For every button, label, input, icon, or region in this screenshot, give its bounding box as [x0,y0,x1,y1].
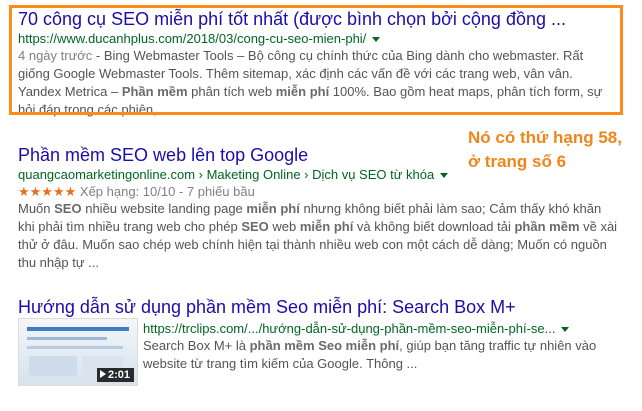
annotation-line-2: ở trang số 6 [468,152,567,171]
snippet-keyword: phần mềm [249,338,315,353]
snippet-text: Muốn [18,201,55,216]
thumbnail-line [27,346,123,349]
result-url: https://trclips.com/.../hướng-dẫn-sử-dụn… [143,320,628,337]
rank-annotation: Nó có thứ hạng 58, ở trang số 6 [468,126,640,174]
result-url-text: https://trclips.com/.../hướng-dẫn-sử-dụn… [143,321,556,336]
duration-text: 2:01 [107,369,130,381]
video-duration-badge: 2:01 [96,368,134,382]
snippet-text: web [268,219,300,234]
result-rating: ★★★★★ Xếp hạng: 10/10 - 7 phiếu bầu [18,183,463,200]
snippet-text: Search Box M+ là [143,338,250,353]
video-thumbnail[interactable]: 2:01 [18,318,138,386]
result-url: quangcaomarketingonline.com › Maketing O… [18,166,463,183]
snippet-text: và không biết download tải [353,219,515,234]
snippet-keyword: miễn phí [299,219,354,234]
result-breadcrumb: quangcaomarketingonline.com › Maketing O… [18,167,435,182]
result-title-link[interactable]: Phần mềm SEO web lên top Google [18,144,463,166]
thumbnail-line [27,337,107,340]
snippet-keyword: phần mềm [514,219,580,234]
snippet-keyword: SEO [241,219,269,234]
highlight-box [9,5,623,115]
dropdown-caret-icon[interactable] [440,173,449,179]
dropdown-caret-icon[interactable] [561,327,570,333]
snippet-keyword: Seo miễn phí [318,338,400,353]
snippet-keyword: SEO [54,201,82,216]
thumbnail-block [29,356,77,376]
rating-text: Xếp hạng: 10/10 - 7 phiếu bầu [79,184,255,199]
snippet-text: nhiều website landing page [81,201,247,216]
result-body: https://trclips.com/.../hướng-dẫn-sử-dụn… [143,320,628,373]
search-result-2: Phần mềm SEO web lên top Google quangcao… [18,144,617,272]
result-snippet: Search Box M+ là phần mềm Seo miễn phí, … [143,337,628,373]
play-icon [99,370,106,378]
star-icon: ★★★★★ [18,184,77,199]
snippet-keyword: miễn phí [246,201,300,216]
result-title-link[interactable]: Hướng dẫn sử dụng phần mềm Seo miễn phí:… [18,296,628,318]
result-snippet: Muốn SEO nhiều website landing page miễn… [18,200,618,272]
annotation-line-1: Nó có thứ hạng 58, [468,128,622,147]
thumbnail-header [27,327,129,331]
search-result-3: Hướng dẫn sử dụng phần mềm Seo miễn phí:… [18,296,628,396]
